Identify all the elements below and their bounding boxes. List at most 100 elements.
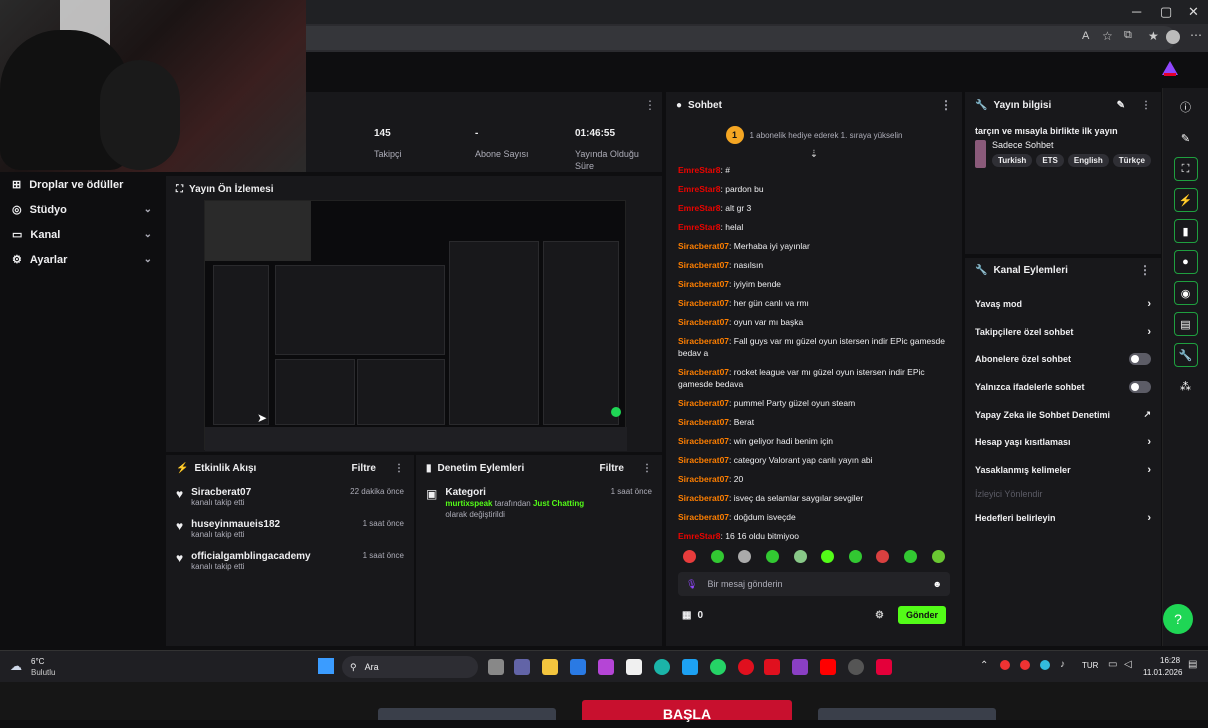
action-row[interactable]: Takipçilere özel sohbet › xyxy=(965,318,1161,346)
tools-toggle-icon[interactable]: 🔧 xyxy=(1173,343,1198,367)
emote-icon[interactable] xyxy=(848,549,862,563)
right-bottom-button[interactable] xyxy=(818,708,996,720)
taskbar-search[interactable]: ⚲ Ara xyxy=(342,656,478,678)
emoji-picker-icon[interactable]: ☻ xyxy=(933,579,942,589)
chat-username[interactable]: Siracberat07 xyxy=(678,455,729,465)
edge-icon[interactable] xyxy=(654,659,670,675)
chat-username[interactable]: EmreStar8 xyxy=(678,222,721,232)
more-icon[interactable]: ⋮ xyxy=(394,463,404,474)
chat-username[interactable]: Siracberat07 xyxy=(678,241,729,251)
opera-icon[interactable] xyxy=(738,659,754,675)
microphone-icon[interactable]: ♪ xyxy=(1060,659,1065,670)
chat-username[interactable]: EmreStar8 xyxy=(678,184,721,194)
sidebar-item-settings[interactable]: ⚙ Ayarlar ⌄ xyxy=(0,247,164,272)
app-red-icon[interactable] xyxy=(876,659,892,675)
edit-icon[interactable]: ✎ xyxy=(1117,100,1125,111)
action-row[interactable]: Hedefleri belirleyin › xyxy=(965,504,1161,532)
emote-icon[interactable] xyxy=(710,549,724,563)
chat-username[interactable]: Siracberat07 xyxy=(678,436,729,446)
chat-username[interactable]: EmreStar8 xyxy=(678,203,721,213)
emote-icon[interactable] xyxy=(766,549,780,563)
action-row[interactable]: Yavaş mod › xyxy=(965,290,1161,318)
emote-icon[interactable] xyxy=(931,549,945,563)
app-w-icon[interactable] xyxy=(764,659,780,675)
chat-username[interactable]: Siracberat07 xyxy=(678,298,729,308)
clock-time[interactable]: 16:28 xyxy=(1160,656,1180,665)
chat-more-icon[interactable]: ⋮ xyxy=(940,98,952,112)
more-icon[interactable]: ⋮ xyxy=(1141,100,1151,111)
notification-icon[interactable]: ▤ xyxy=(1188,659,1197,670)
tray-app-icon[interactable] xyxy=(1040,660,1050,670)
whatsapp-icon[interactable] xyxy=(710,659,726,675)
mod-user[interactable]: murtixspeak xyxy=(445,499,492,508)
category-thumbnail[interactable] xyxy=(975,140,986,168)
extensions-icon[interactable]: ⧉ xyxy=(1124,29,1132,42)
more-icon[interactable]: ⋮ xyxy=(1139,263,1151,277)
tray-chevron-icon[interactable]: ⌃ xyxy=(980,660,988,671)
pencil-icon[interactable]: ✎ xyxy=(1174,126,1198,150)
tag[interactable]: Turkish xyxy=(992,154,1033,167)
twitter-icon[interactable] xyxy=(682,659,698,675)
broadcast-toggle-icon[interactable]: ◉ xyxy=(1173,281,1198,305)
action-row[interactable]: Yasaklanmış kelimeler › xyxy=(965,456,1161,484)
chat-username[interactable]: Siracberat07 xyxy=(678,367,729,377)
favorites-icon[interactable]: ★ xyxy=(1148,29,1159,43)
mic-icon[interactable]: 🎙 xyxy=(686,579,697,590)
chat-toggle-icon[interactable]: ● xyxy=(1173,250,1198,274)
tray-app-icon[interactable] xyxy=(1000,660,1010,670)
store-icon[interactable]: ▦ xyxy=(682,610,691,621)
emote-icon[interactable] xyxy=(904,549,918,563)
store-icon[interactable] xyxy=(626,659,642,675)
category-name[interactable]: Sadece Sohbet xyxy=(992,140,1151,150)
windows-start-icon[interactable] xyxy=(318,658,334,674)
chat-username[interactable]: EmreStar8 xyxy=(678,531,721,541)
chat-username[interactable]: Siracberat07 xyxy=(678,417,729,427)
filter-button[interactable]: Filtre xyxy=(352,463,376,474)
chat-banner[interactable]: 1 1 abonelik hediye ederek 1. sıraya yük… xyxy=(666,118,962,152)
emote-icon[interactable] xyxy=(876,549,890,563)
info-icon[interactable]: ⓘ xyxy=(1174,95,1198,119)
mod-category[interactable]: Just Chatting xyxy=(533,499,584,508)
read-aloud-icon[interactable]: A xyxy=(1082,30,1089,42)
stats-more-icon[interactable]: ⋮ xyxy=(644,98,656,112)
youtube-icon[interactable] xyxy=(820,659,836,675)
language-indicator[interactable]: TUR xyxy=(1082,661,1098,670)
network-icon[interactable]: ▭ xyxy=(1108,659,1117,670)
filter-button[interactable]: Filtre xyxy=(600,463,624,474)
start-button[interactable]: BAŞLA xyxy=(582,700,792,722)
toggle-switch[interactable] xyxy=(1129,380,1151,393)
sidebar-item-channel[interactable]: ▭ Kanal ⌄ xyxy=(0,222,164,247)
preview-toggle-icon[interactable]: ⛶ xyxy=(1173,157,1198,181)
chat-username[interactable]: Siracberat07 xyxy=(678,493,729,503)
chat-input[interactable]: 🎙 Bir mesaj gönderin ☻ xyxy=(678,572,950,596)
maximize-button[interactable]: ▢ xyxy=(1160,4,1172,20)
action-row[interactable]: Yapay Zeka ile Sohbet Denetimi ↗ xyxy=(965,401,1161,429)
chat-username[interactable]: EmreStar8 xyxy=(678,165,721,175)
emote-icon[interactable] xyxy=(738,549,752,563)
emote-icon[interactable] xyxy=(793,549,807,563)
activity-toggle-icon[interactable]: ⚡ xyxy=(1173,188,1198,212)
chat-username[interactable]: Siracberat07 xyxy=(678,260,729,270)
send-button[interactable]: Gönder xyxy=(897,606,946,624)
stats-toggle-icon[interactable]: ▤ xyxy=(1173,312,1198,336)
moderation-toggle-icon[interactable]: ▮ xyxy=(1173,219,1198,243)
sidebar-item-studio[interactable]: ◎ Stüdyo ⌄ xyxy=(0,197,164,222)
chat-username[interactable]: Siracberat07 xyxy=(678,336,729,346)
chat-username[interactable]: Siracberat07 xyxy=(678,317,729,327)
more-menu-icon[interactable]: ⋯ xyxy=(1190,28,1202,42)
address-bar[interactable] xyxy=(306,26,1176,50)
tag[interactable]: English xyxy=(1067,154,1109,167)
task-view-icon[interactable] xyxy=(488,659,504,675)
weather-temp[interactable]: 6°C xyxy=(31,657,44,666)
app-purple-icon[interactable] xyxy=(792,659,808,675)
close-button[interactable]: ✕ xyxy=(1188,4,1199,20)
action-row[interactable]: Hesap yaşı kısıtlaması › xyxy=(965,428,1161,456)
tray-app-icon[interactable] xyxy=(1020,660,1030,670)
file-explorer-icon[interactable] xyxy=(542,659,558,675)
weather-cloud-icon[interactable]: ☁ xyxy=(10,659,22,673)
sidebar-item-drops[interactable]: ⊞ Droplar ve ödüller xyxy=(0,172,164,197)
profile-avatar[interactable] xyxy=(1166,30,1180,44)
volume-icon[interactable]: ◁ xyxy=(1124,659,1132,670)
emote-icon[interactable] xyxy=(821,549,835,563)
clock-date[interactable]: 11.01.2026 xyxy=(1143,668,1182,677)
